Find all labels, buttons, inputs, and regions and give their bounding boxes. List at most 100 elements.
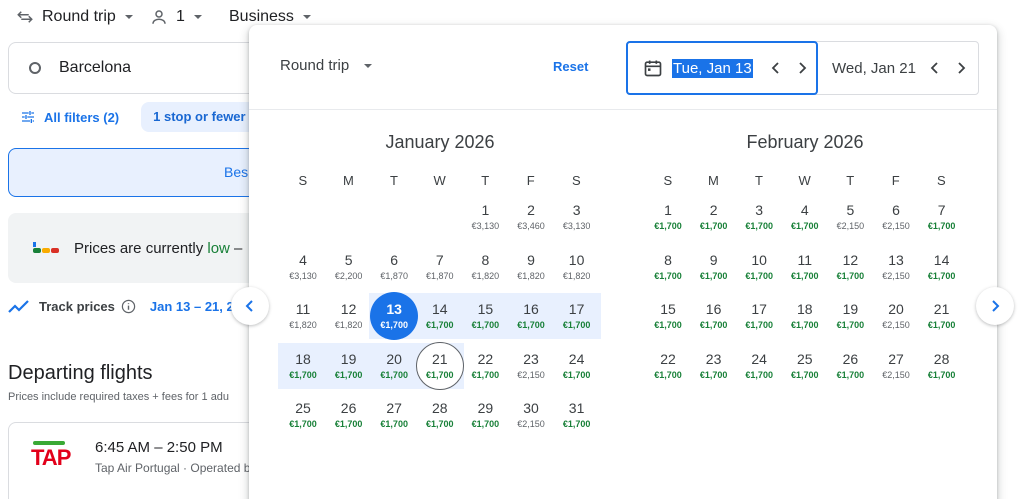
calendar-day[interactable]: 2 €1,700 xyxy=(691,194,737,240)
day-price: €3,130 xyxy=(289,270,317,281)
reset-button[interactable]: Reset xyxy=(553,59,588,74)
departure-prev-day-button[interactable] xyxy=(765,57,787,79)
calendar-day[interactable]: 6 €1,870 xyxy=(371,244,417,290)
departure-next-day-button[interactable] xyxy=(791,57,813,79)
calendar-day[interactable]: 21 €1,700 xyxy=(415,341,464,390)
day-number: 4 xyxy=(299,251,307,268)
calendar-day[interactable]: 24 €1,700 xyxy=(736,343,782,389)
calendar-day[interactable]: 12 €1,820 xyxy=(326,293,372,339)
cabin-class-dropdown[interactable]: Business xyxy=(229,8,312,26)
calendar-day[interactable]: 14 €1,700 xyxy=(417,293,463,339)
weekday-label: M xyxy=(342,173,354,188)
all-filters-button[interactable]: All filters (2) xyxy=(8,109,131,125)
calendar-day[interactable]: 11 €1,700 xyxy=(782,244,828,290)
day-number: 23 xyxy=(705,350,722,367)
day-price: €1,700 xyxy=(745,270,773,281)
calendar-day[interactable]: 26 €1,700 xyxy=(326,392,372,438)
calendar-day[interactable]: 17 €1,700 xyxy=(736,293,782,339)
day-number: 15 xyxy=(477,301,494,317)
calendar-day[interactable]: 22 €1,700 xyxy=(645,343,691,389)
calendar-day[interactable]: 28 €1,700 xyxy=(417,392,463,438)
day-number: 22 xyxy=(660,350,676,367)
origin-input[interactable]: Barcelona xyxy=(8,42,268,94)
day-number: 4 xyxy=(800,202,809,218)
info-icon[interactable] xyxy=(121,299,136,314)
date-picker-trip-type-dropdown[interactable]: Round trip xyxy=(280,57,373,74)
calendar-day[interactable]: 4 €1,700 xyxy=(782,194,828,240)
trip-type-dropdown[interactable]: Round trip xyxy=(16,8,134,26)
day-number: 27 xyxy=(888,350,904,367)
return-date-field[interactable]: Wed, Jan 21 xyxy=(832,42,972,94)
day-price: €1,820 xyxy=(334,320,363,330)
calendar-day[interactable]: 20 €2,150 xyxy=(873,293,919,339)
calendar-day[interactable]: 3 €3,130 xyxy=(554,194,600,240)
calendar-day[interactable]: 5 €2,200 xyxy=(326,244,372,290)
return-next-day-button[interactable] xyxy=(950,57,972,79)
calendar-day[interactable]: 15 €1,700 xyxy=(462,293,508,339)
calendar-day[interactable]: 8 €1,820 xyxy=(462,244,508,290)
day-number: 8 xyxy=(481,251,490,268)
calendar-day[interactable]: 8 €1,700 xyxy=(645,244,691,290)
calendar-day[interactable]: 10 €1,820 xyxy=(554,244,600,290)
calendar-day[interactable]: 16 €1,700 xyxy=(508,293,554,339)
calendar-day[interactable]: 9 €1,700 xyxy=(691,244,737,290)
calendar-day[interactable]: 7 €1,870 xyxy=(417,244,463,290)
calendar-day[interactable]: 30 €2,150 xyxy=(508,392,554,438)
calendar-day[interactable]: 10 €1,700 xyxy=(736,244,782,290)
return-prev-day-button[interactable] xyxy=(924,57,946,79)
calendar-day[interactable]: 31 €1,700 xyxy=(554,392,600,438)
calendar-day[interactable]: 20 €1,700 xyxy=(371,343,417,389)
calendar-day[interactable]: 1 €3,130 xyxy=(462,194,508,240)
calendar-day[interactable]: 15 €1,700 xyxy=(645,293,691,339)
calendar-day[interactable]: 23 €2,150 xyxy=(508,343,554,389)
price-insight-banner[interactable]: Prices are currently low – xyxy=(8,213,268,283)
calendar-prev-month-button[interactable] xyxy=(231,287,269,325)
calendar-next-month-button[interactable] xyxy=(976,287,1014,325)
calendar-day[interactable]: 3 €1,700 xyxy=(736,194,782,240)
calendar-day[interactable]: 14 €1,700 xyxy=(919,244,965,290)
day-price: €1,870 xyxy=(380,270,408,281)
day-number: 23 xyxy=(523,350,539,367)
calendar-day[interactable]: 12 €1,700 xyxy=(827,244,873,290)
calendar-day[interactable]: 5 €2,150 xyxy=(827,194,873,240)
calendar-day[interactable]: 2 €3,460 xyxy=(508,194,554,240)
calendar-day[interactable]: 25 €1,700 xyxy=(782,343,828,389)
calendar-day[interactable]: 1 €1,700 xyxy=(645,194,691,240)
day-price: €2,150 xyxy=(882,320,910,330)
calendar-day[interactable]: 22 €1,700 xyxy=(462,343,508,389)
calendar-day[interactable]: 29 €1,700 xyxy=(462,392,508,438)
calendar-day[interactable]: 7 €1,700 xyxy=(919,194,965,240)
calendar-day[interactable]: 26 €1,700 xyxy=(827,343,873,389)
calendar-day[interactable]: 27 €2,150 xyxy=(873,343,919,389)
day-price: €1,700 xyxy=(426,419,454,429)
day-number: 19 xyxy=(340,350,357,367)
calendar-day[interactable]: 13 €1,700 xyxy=(370,292,419,340)
calendar-day[interactable]: 13 €2,150 xyxy=(873,244,919,290)
calendar-day[interactable]: 17 €1,700 xyxy=(554,293,600,339)
calendar-day[interactable]: 6 €2,150 xyxy=(873,194,919,240)
calendar-day[interactable]: 16 €1,700 xyxy=(691,293,737,339)
day-number: 20 xyxy=(888,301,904,317)
calendar-day[interactable]: 23 €1,700 xyxy=(691,343,737,389)
calendar-day[interactable]: 9 €1,820 xyxy=(508,244,554,290)
stops-filter-chip[interactable]: 1 stop or fewer xyxy=(141,102,258,132)
calendar-day[interactable]: 18 €1,700 xyxy=(782,293,828,339)
calendar-day[interactable]: 19 €1,700 xyxy=(827,293,873,339)
calendar-day[interactable]: 28 €1,700 xyxy=(919,343,965,389)
calendar-day[interactable]: 19 €1,700 xyxy=(326,343,372,389)
calendar-day[interactable]: 18 €1,700 xyxy=(280,343,326,389)
passengers-dropdown[interactable]: 1 xyxy=(150,8,203,26)
day-number: 13 xyxy=(888,251,904,268)
flight-result-card[interactable]: TAP 6:45 AM – 2:50 PM Tap Air Portugal ·… xyxy=(8,422,268,499)
calendar-day[interactable]: 24 €1,700 xyxy=(554,343,600,389)
day-number: 12 xyxy=(340,301,357,317)
calendar-day[interactable]: 21 €1,700 xyxy=(919,293,965,339)
calendar-day[interactable]: 4 €3,130 xyxy=(280,244,326,290)
day-price: €1,700 xyxy=(380,369,408,380)
calendar-day[interactable]: 27 €1,700 xyxy=(371,392,417,438)
calendar-day[interactable]: 11 €1,820 xyxy=(280,293,326,339)
best-sort-tab[interactable]: Bes xyxy=(8,148,268,197)
departure-date-field[interactable]: Tue, Jan 13 xyxy=(626,41,818,95)
calendar-day[interactable]: 25 €1,700 xyxy=(280,392,326,438)
date-picker-trip-type-label: Round trip xyxy=(280,57,350,74)
